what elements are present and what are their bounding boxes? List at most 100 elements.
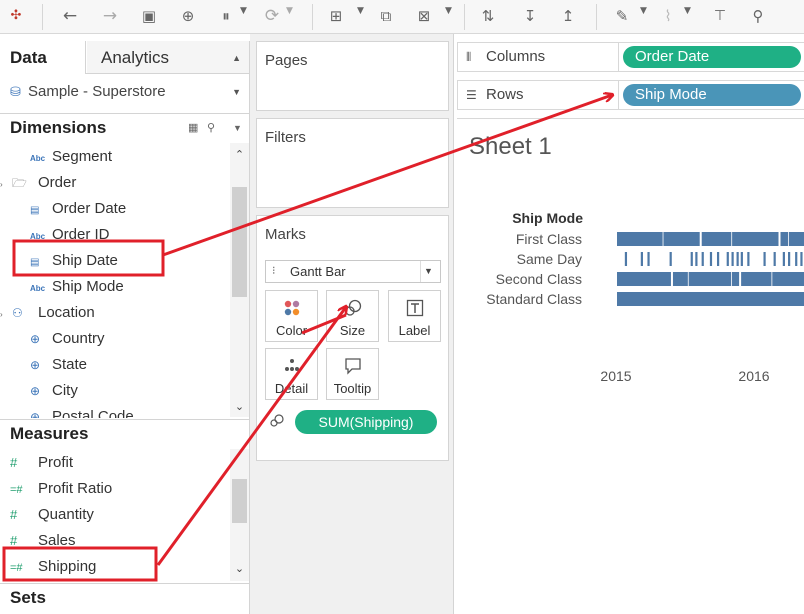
new-sheet-dropdown-icon[interactable]: ▼ xyxy=(357,6,364,16)
field-quantity[interactable]: # Quantity xyxy=(10,504,94,526)
datasource-item[interactable]: ⛁ Sample - Superstore xyxy=(10,83,166,103)
measure-icon: # xyxy=(10,455,18,470)
measure-icon: # xyxy=(10,507,18,522)
gantt-bar xyxy=(688,272,732,286)
field-label: Profit Ratio xyxy=(38,480,113,497)
gantt-bar xyxy=(624,252,628,266)
row-label: Standard Class xyxy=(486,291,582,307)
save-icon[interactable]: ▣ xyxy=(137,4,161,28)
refresh-icon[interactable]: ⟳ xyxy=(260,4,284,28)
field-order-date[interactable]: ▤ Order Date xyxy=(30,198,126,220)
chevron-down-icon[interactable]: ▼ xyxy=(420,261,436,282)
sort-ascending-icon[interactable]: ↧ xyxy=(518,4,542,28)
gantt-bar xyxy=(672,272,688,286)
dimensions-menu-caret-icon[interactable]: ▼ xyxy=(233,114,242,142)
rows-icon: ☰ xyxy=(466,88,477,102)
measures-title: Measures xyxy=(10,424,89,443)
gantt-chart[interactable]: Ship Mode First Class Same Day Second Class… xyxy=(457,119,804,419)
clear-sheet-icon[interactable]: ⊠ xyxy=(412,4,436,28)
measures-scrollbar[interactable]: ⌄ xyxy=(230,449,249,581)
field-state[interactable]: ⊕ State xyxy=(30,354,87,376)
dimensions-scrollbar[interactable]: ⌃ ⌄ xyxy=(230,143,249,417)
columns-pill-order-date[interactable]: Order Date xyxy=(623,46,801,68)
tab-data[interactable]: Data xyxy=(0,41,86,74)
hierarchy-location[interactable]: › ⚇ Location xyxy=(0,302,95,324)
pause-updates-icon[interactable]: ⏸ xyxy=(214,4,238,28)
gantt-bar xyxy=(732,232,779,246)
field-ship-date[interactable]: ▤ Ship Date xyxy=(30,250,118,272)
rows-pill-ship-mode[interactable]: Ship Mode xyxy=(623,84,801,106)
label-button[interactable]: Label xyxy=(388,290,441,342)
gantt-bar xyxy=(780,232,789,246)
mark-type-value: Gantt Bar xyxy=(290,264,346,279)
abc-icon: Abc xyxy=(30,284,46,293)
new-datasource-icon[interactable]: ⊕ xyxy=(176,4,200,28)
show-mark-labels-icon[interactable]: ⊤ xyxy=(708,4,732,28)
clear-sheet-dropdown-icon[interactable]: ▼ xyxy=(445,6,452,16)
label-icon xyxy=(389,298,440,318)
tab-analytics[interactable]: Analytics ▲ ▼ xyxy=(87,41,249,97)
duplicate-sheet-icon[interactable]: ⧉ xyxy=(374,4,398,28)
new-sheet-icon[interactable]: ⊞ xyxy=(324,4,348,28)
search-icon[interactable]: ⚲ xyxy=(207,114,215,142)
field-segment[interactable]: Abc Segment xyxy=(30,146,112,168)
sort-descending-icon[interactable]: ↥ xyxy=(556,4,580,28)
mark-type-select[interactable]: ⁝ Gantt Bar ▼ xyxy=(265,260,441,283)
measures-scroll-thumb[interactable] xyxy=(232,479,247,523)
field-sales[interactable]: # Sales xyxy=(10,530,76,552)
redo-icon[interactable]: → xyxy=(98,4,122,28)
gantt-bar xyxy=(663,232,700,246)
scroll-up-icon[interactable]: ⌃ xyxy=(230,147,249,163)
color-button[interactable]: Color xyxy=(265,290,318,342)
row-header-label: Ship Mode xyxy=(512,210,583,226)
scroll-down-icon[interactable]: ⌄ xyxy=(230,399,249,415)
tableau-logo-icon[interactable]: ✣ xyxy=(4,4,28,28)
field-city[interactable]: ⊕ City xyxy=(30,380,78,402)
field-ship-mode[interactable]: Abc Ship Mode xyxy=(30,276,124,298)
field-shipping[interactable]: =# Shipping xyxy=(10,556,96,578)
size-button[interactable]: Size xyxy=(326,290,379,342)
globe-icon: ⊕ xyxy=(30,358,41,372)
refresh-dropdown-icon[interactable]: ▼ xyxy=(286,6,293,16)
rows-shelf-label: ☰ Rows xyxy=(466,81,524,109)
field-order-id[interactable]: Abc Order ID xyxy=(30,224,110,246)
chevron-down-icon[interactable]: › xyxy=(0,304,12,326)
cards-pane: Pages Filters Marks ⁝ Gantt Bar ▼ Color … xyxy=(250,34,453,614)
marks-card: Marks ⁝ Gantt Bar ▼ Color Size Label Det… xyxy=(256,215,449,461)
pin-axes-icon[interactable]: ⚲ xyxy=(746,4,770,28)
view-as-list-icon[interactable]: ▦ xyxy=(188,114,198,142)
field-postal-code[interactable]: ⊕ Postal Code xyxy=(30,406,134,418)
field-profit-ratio[interactable]: =# Profit Ratio xyxy=(10,478,112,500)
group-members-icon[interactable]: ⌇ xyxy=(656,4,680,28)
field-profit[interactable]: # Profit xyxy=(10,452,73,474)
worksheet-view[interactable]: Sheet 1 Ship Mode First Class Same Day Seco… xyxy=(457,118,804,614)
gantt-bar xyxy=(763,252,766,266)
detail-button[interactable]: Detail xyxy=(265,348,318,400)
size-pill-sum-shipping[interactable]: SUM(Shipping) xyxy=(295,410,437,434)
field-label: City xyxy=(52,382,78,399)
columns-shelf[interactable]: ⦀ Columns Order Date xyxy=(457,42,804,72)
group-dropdown-icon[interactable]: ▼ xyxy=(684,6,691,16)
undo-icon[interactable]: ← xyxy=(58,4,82,28)
field-label: Shipping xyxy=(38,558,97,575)
dimensions-scroll-thumb[interactable] xyxy=(232,187,247,297)
field-label: Order xyxy=(38,174,77,191)
folder-order[interactable]: › 🗁 Order xyxy=(0,172,76,194)
gantt-bar xyxy=(772,272,804,286)
highlight-dropdown-icon[interactable]: ▼ xyxy=(640,6,647,16)
highlight-icon[interactable]: ✎ xyxy=(610,4,634,28)
rows-shelf[interactable]: ☰ Rows Ship Mode xyxy=(457,80,804,110)
pause-updates-dropdown-icon[interactable]: ▼ xyxy=(240,6,247,16)
field-country[interactable]: ⊕ Country xyxy=(30,328,105,350)
gantt-bar xyxy=(617,232,663,246)
chevron-down-icon[interactable]: › xyxy=(0,174,12,196)
swap-rows-columns-icon[interactable]: ⇅ xyxy=(476,4,500,28)
field-label: Country xyxy=(52,330,105,347)
field-label: Order Date xyxy=(52,200,127,217)
scroll-down-icon[interactable]: ⌄ xyxy=(230,561,249,577)
pages-shelf[interactable]: Pages xyxy=(256,41,449,111)
tab-menu-caret-icon[interactable]: ▲ ▼ xyxy=(232,41,241,109)
tooltip-button[interactable]: Tooltip xyxy=(326,348,379,400)
field-label: State xyxy=(52,356,88,373)
filters-shelf[interactable]: Filters xyxy=(256,118,449,208)
